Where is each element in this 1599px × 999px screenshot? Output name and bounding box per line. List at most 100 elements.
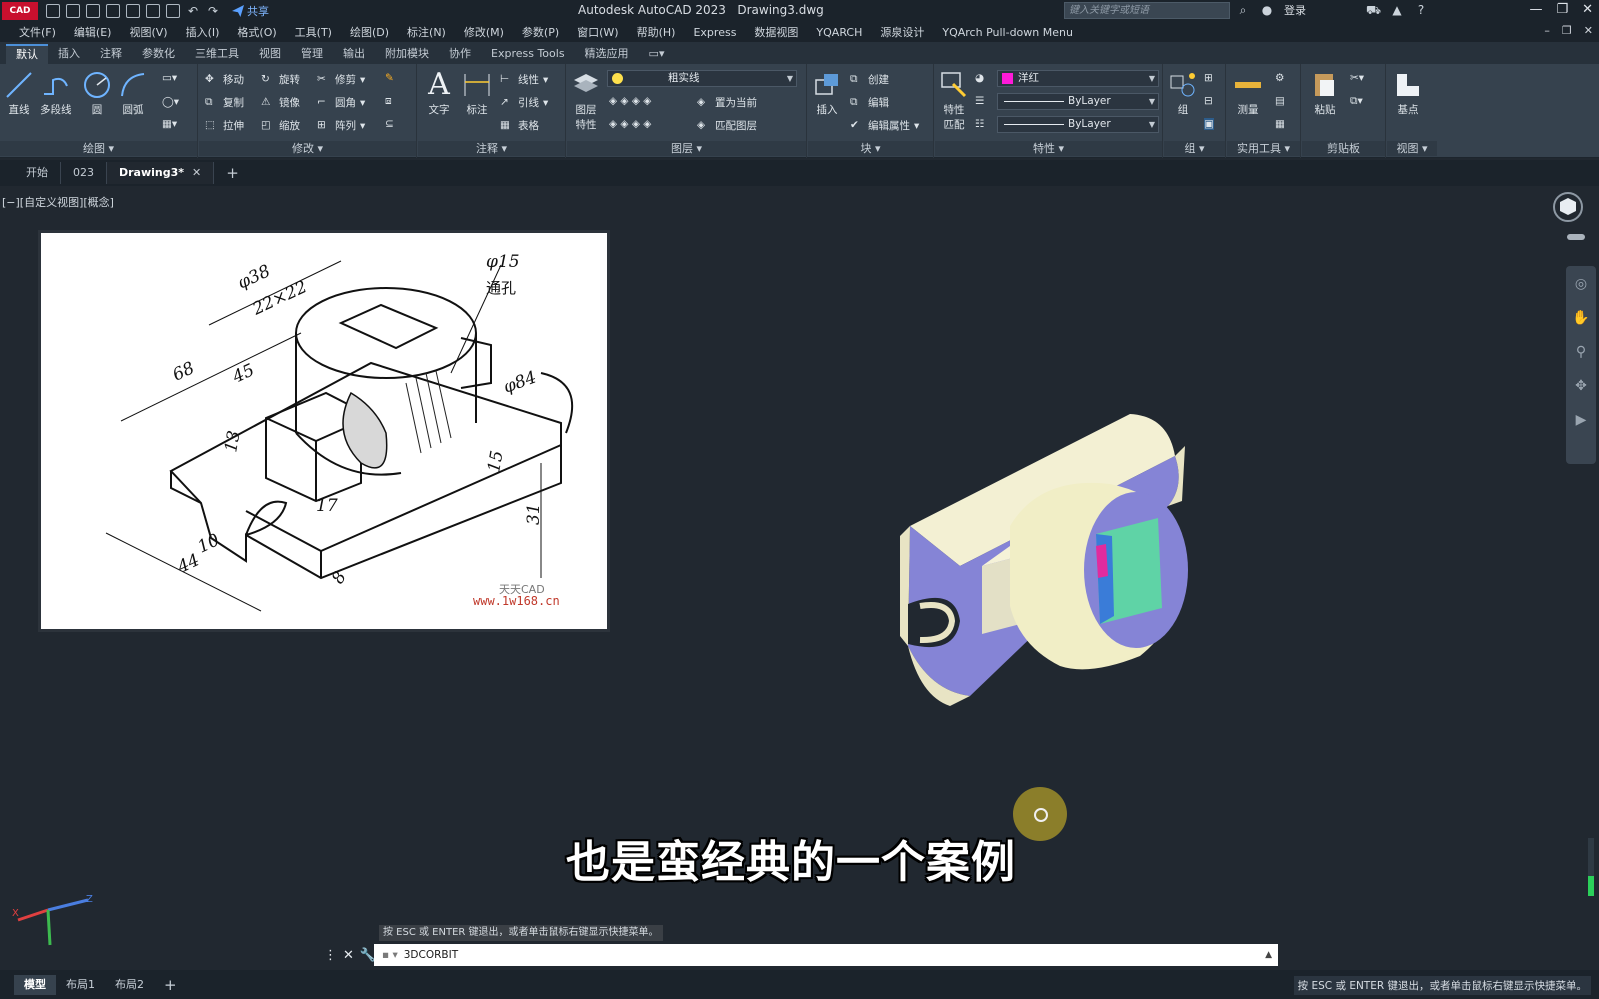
undo-icon[interactable]: ↶ xyxy=(186,4,200,18)
table-button[interactable]: ▦ 表格 xyxy=(500,118,539,133)
command-history-icon[interactable]: ▲ xyxy=(1265,944,1272,966)
zoom-slider[interactable] xyxy=(1588,838,1594,896)
menu-yqarch[interactable]: YQARCH xyxy=(807,26,871,39)
save-icon[interactable] xyxy=(86,4,100,18)
menu-insert[interactable]: 插入(I) xyxy=(177,24,229,40)
menu-modify[interactable]: 修改(M) xyxy=(455,24,513,40)
menu-dimension[interactable]: 标注(N) xyxy=(398,24,455,40)
hatch-icon[interactable]: ▦▾ xyxy=(162,118,177,130)
doc-close-icon[interactable]: ✕ xyxy=(1584,24,1593,37)
trim-button[interactable]: ✂ 修剪 ▾ xyxy=(317,72,365,87)
pan-icon[interactable]: ✋ xyxy=(1566,310,1596,326)
tab-addins[interactable]: 附加模块 xyxy=(375,44,439,64)
tab-model[interactable]: 模型 xyxy=(14,974,56,995)
add-layout-button[interactable]: + xyxy=(154,975,187,995)
menu-format[interactable]: 格式(O) xyxy=(228,24,285,40)
plot-icon[interactable] xyxy=(166,4,180,18)
linear-dim-button[interactable]: ⊢ 线性 ▾ xyxy=(500,72,548,87)
polyline-button[interactable]: 多段线 xyxy=(40,70,72,117)
menu-help[interactable]: 帮助(H) xyxy=(628,24,685,40)
edit-attributes-button[interactable]: ✔ 编辑属性 ▾ xyxy=(850,118,919,133)
tab-annotate[interactable]: 注释 xyxy=(90,44,132,64)
user-icon[interactable]: ● xyxy=(1260,3,1274,17)
tab-start[interactable]: 开始 xyxy=(14,162,61,184)
menu-yuanquan[interactable]: 源泉设计 xyxy=(871,24,933,40)
ungroup-icon[interactable]: ⊞ xyxy=(1204,72,1213,84)
menu-view[interactable]: 视图(V) xyxy=(120,24,176,40)
dimension-button[interactable]: 标注 xyxy=(462,70,492,117)
fillet-button[interactable]: ⌐ 圆角 ▾ xyxy=(317,95,365,110)
close-tab-icon[interactable]: ✕ xyxy=(192,166,201,179)
tab-drawing3[interactable]: Drawing3* ✕ xyxy=(107,162,215,184)
login-button[interactable]: 登录 xyxy=(1284,2,1306,18)
panel-annotation-title[interactable]: 注释 ▾ xyxy=(418,141,565,156)
search-icon[interactable]: ⌕ xyxy=(1236,3,1250,17)
open-web-icon[interactable] xyxy=(126,4,140,18)
match-properties-button[interactable]: 特性匹配 xyxy=(939,70,969,132)
create-block-button[interactable]: ⧉ 创建 xyxy=(850,72,889,87)
viewcube-icon[interactable] xyxy=(1551,190,1585,224)
ellipse-icon[interactable]: ◯▾ xyxy=(162,96,179,108)
lineweight-dropdown[interactable]: ByLayer ▼ xyxy=(997,116,1159,133)
set-current-button[interactable]: ◈ 置为当前 xyxy=(697,95,757,110)
layer-dropdown[interactable]: 粗实线 ▼ xyxy=(607,70,797,87)
group-edit-icon[interactable]: ⊟ xyxy=(1204,95,1213,107)
minimize-icon[interactable]: — xyxy=(1529,2,1542,17)
close-icon[interactable]: ✕ xyxy=(1582,2,1593,17)
autodesk-app-icon[interactable]: ▲ xyxy=(1390,3,1404,17)
mirror-button[interactable]: ⚠ 镜像 xyxy=(261,95,300,110)
tab-layout1[interactable]: 布局1 xyxy=(56,975,105,995)
app-logo[interactable]: CAD xyxy=(2,2,38,20)
color-dropdown[interactable]: 洋红 ▼ xyxy=(997,70,1159,87)
panel-properties-title[interactable]: 特性 ▾ xyxy=(935,141,1162,156)
showmotion-icon[interactable]: ▶ xyxy=(1566,412,1596,428)
ribbon-options-icon[interactable]: ▭▾ xyxy=(639,44,675,64)
tab-collaborate[interactable]: 协作 xyxy=(439,44,481,64)
group-button[interactable]: 组 xyxy=(1168,70,1198,117)
save-web-icon[interactable] xyxy=(146,4,160,18)
text-button[interactable]: A 文字 xyxy=(424,70,454,117)
tab-layout2[interactable]: 布局2 xyxy=(105,975,154,995)
explode-icon[interactable]: ⊆ xyxy=(385,118,394,130)
viewcube-menu-icon[interactable] xyxy=(1567,234,1585,240)
recent-commands-icon[interactable]: ▪ ▾ xyxy=(382,949,398,961)
linetype-icon[interactable]: ☰ xyxy=(975,95,984,107)
orbit-icon[interactable]: ✥ xyxy=(1566,378,1596,394)
drag-handle-icon[interactable]: ⋮ xyxy=(324,948,337,963)
leader-button[interactable]: ↗ 引线 ▾ xyxy=(500,95,548,110)
panel-modify-title[interactable]: 修改 ▾ xyxy=(199,141,416,156)
save-as-icon[interactable] xyxy=(106,4,120,18)
tab-view[interactable]: 视图 xyxy=(249,44,291,64)
tab-featured-apps[interactable]: 精选应用 xyxy=(575,44,639,64)
share-button[interactable]: 共享 xyxy=(232,3,269,19)
cart-icon[interactable]: ⛟ xyxy=(1366,3,1381,17)
paste-button[interactable]: 粘贴 xyxy=(1310,70,1340,117)
match-layer-button[interactable]: ◈ 匹配图层 xyxy=(697,118,757,133)
move-button[interactable]: ✥ 移动 xyxy=(205,72,244,87)
tab-manage[interactable]: 管理 xyxy=(291,44,333,64)
panel-view-title[interactable]: 视图 ▾ xyxy=(1387,141,1437,156)
cut-icon[interactable]: ✂▾ xyxy=(1350,72,1364,84)
erase-icon[interactable]: ✎ xyxy=(385,72,394,84)
copy-clip-icon[interactable]: ⧉▾ xyxy=(1350,95,1363,108)
menu-file[interactable]: 文件(F) xyxy=(10,24,65,40)
doc-minimize-icon[interactable]: – xyxy=(1544,24,1550,37)
offset-icon[interactable]: ⧈ xyxy=(385,95,392,108)
menu-window[interactable]: 窗口(W) xyxy=(568,24,627,40)
menu-data-view[interactable]: 数据视图 xyxy=(745,24,807,40)
tab-parametric[interactable]: 参数化 xyxy=(132,44,185,64)
menu-express[interactable]: Express xyxy=(684,26,745,39)
panel-block-title[interactable]: 块 ▾ xyxy=(808,141,933,156)
restore-icon[interactable]: ❐ xyxy=(1556,2,1568,17)
tab-express-tools[interactable]: Express Tools xyxy=(481,44,575,64)
navigation-bar[interactable]: ◎ ✋ ⚲ ✥ ▶ xyxy=(1566,266,1596,464)
tab-insert[interactable]: 插入 xyxy=(48,44,90,64)
close-command-icon[interactable]: ✕ xyxy=(343,948,354,963)
viewport-controls-label[interactable]: [−][自定义视图][概念] xyxy=(2,194,114,210)
panel-clipboard-title[interactable]: 剪贴板 xyxy=(1302,141,1385,156)
panel-layers-title[interactable]: 图层 ▾ xyxy=(567,141,806,156)
redo-icon[interactable]: ↷ xyxy=(206,4,220,18)
tab-output[interactable]: 输出 xyxy=(333,44,375,64)
circle-button[interactable]: 圆 xyxy=(82,70,112,117)
panel-draw-title[interactable]: 绘图 ▾ xyxy=(0,141,197,156)
